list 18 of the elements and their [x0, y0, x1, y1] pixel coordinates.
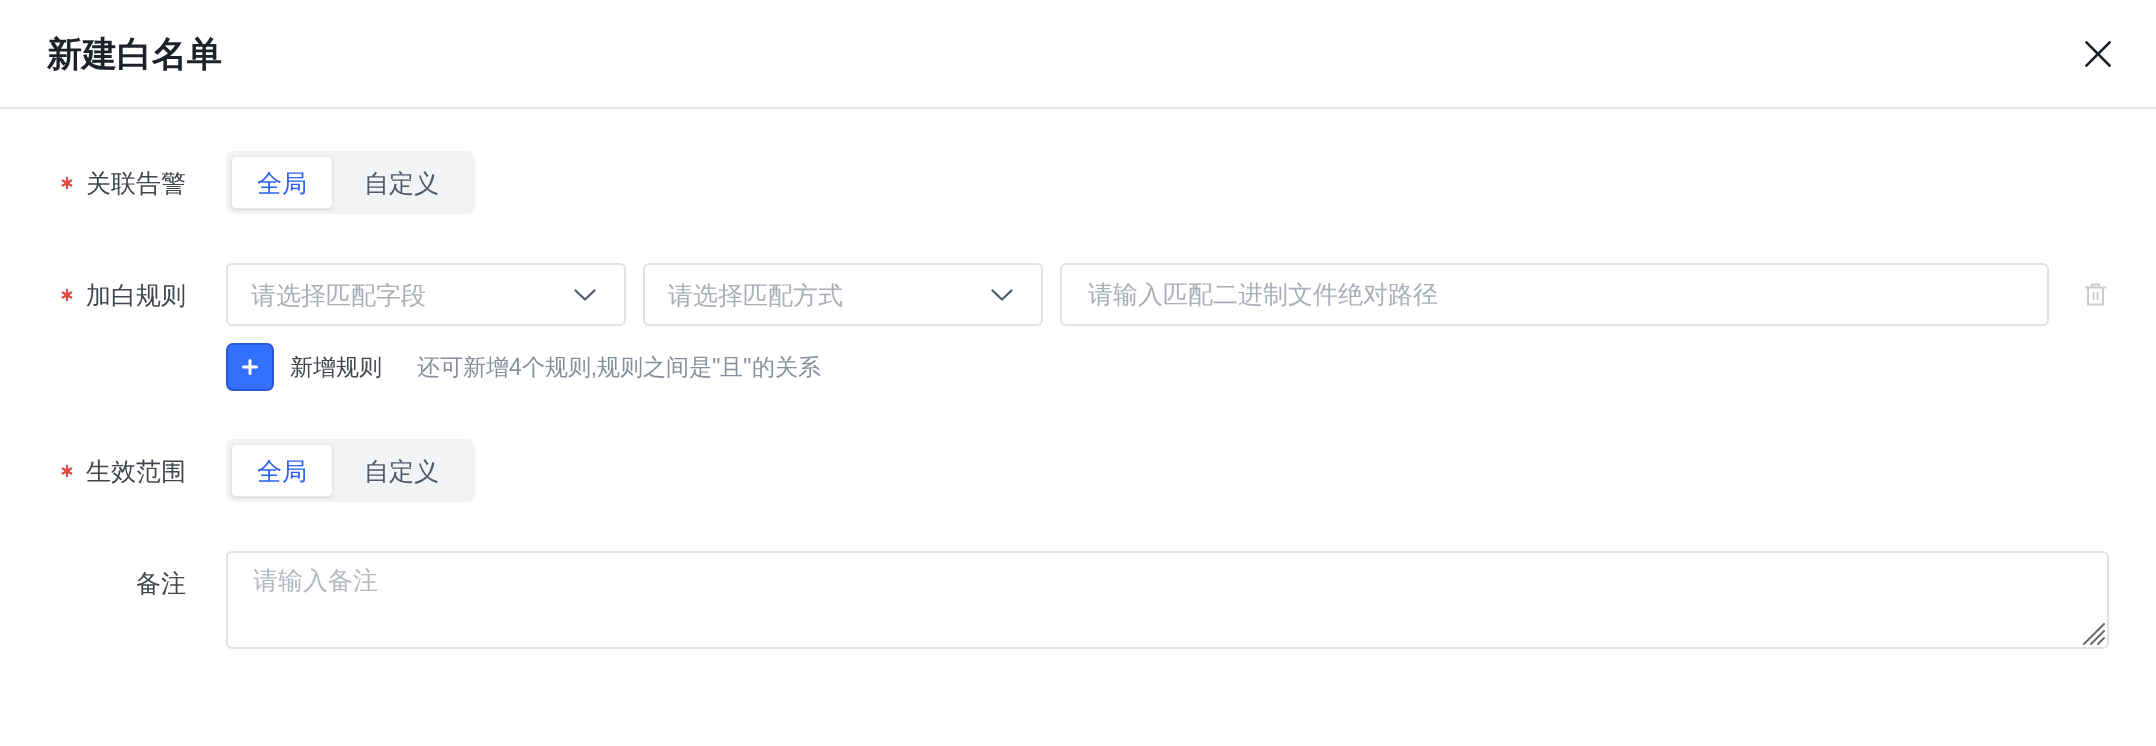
plus-icon: [226, 343, 274, 391]
chevron-down-icon: [574, 288, 596, 301]
segment-tab[interactable]: 全局: [231, 444, 333, 497]
field-label: 关联告警: [86, 167, 186, 199]
path-input-field[interactable]: 请输入匹配二进制文件绝对路径: [1060, 263, 2049, 326]
segment-tab[interactable]: 自定义: [333, 444, 470, 497]
chevron-down-icon: [991, 288, 1013, 301]
close-icon[interactable]: [2085, 40, 2111, 67]
remark-field[interactable]: 请输入备注: [226, 551, 2109, 649]
field-label: 加白规则: [86, 279, 186, 311]
resize-handle-icon[interactable]: [2082, 622, 2106, 646]
hint-text: 还可新增4个规则,规则之间是"且"的关系: [417, 353, 821, 382]
field-label: 备注: [136, 567, 186, 599]
segment-tab[interactable]: 自定义: [333, 156, 470, 209]
field-label: 生效范围: [86, 455, 186, 487]
dialog-title: 新建白名单: [47, 32, 222, 75]
segment-tab[interactable]: 全局: [231, 156, 333, 209]
add-rule-button[interactable]: 新增规则: [226, 343, 382, 391]
